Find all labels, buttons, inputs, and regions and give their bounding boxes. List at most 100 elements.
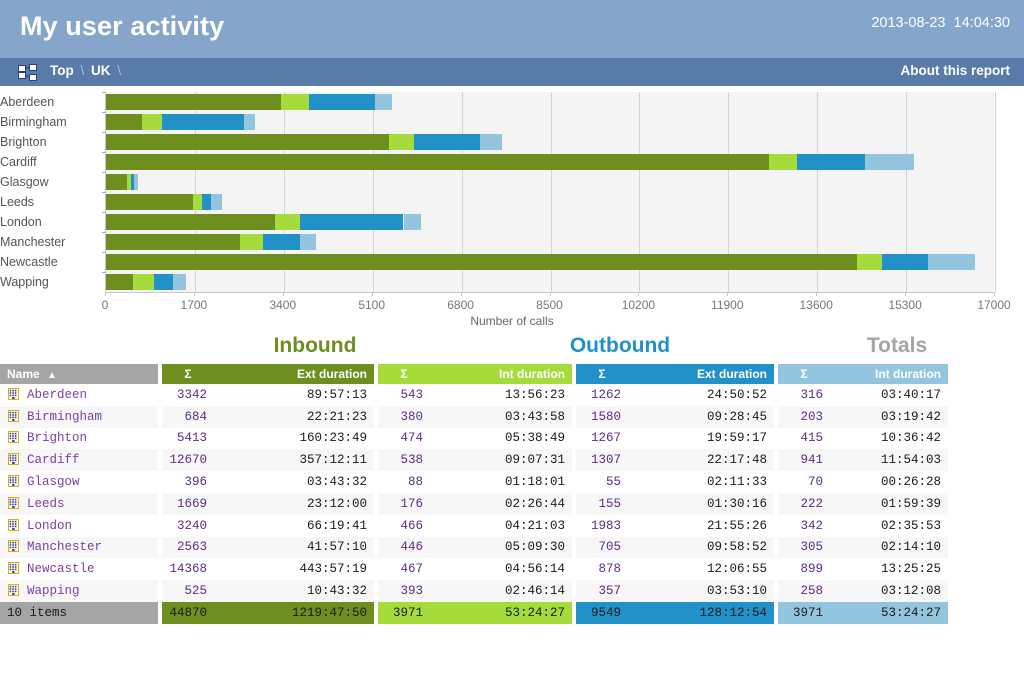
table-row[interactable]: Manchester256341:57:1044605:09:3070509:5… — [0, 537, 1024, 559]
chart-bar-segment[interactable] — [240, 234, 263, 250]
table-row[interactable]: Birmingham68422:21:2338003:43:58158009:2… — [0, 406, 1024, 428]
cell-name[interactable]: Glasgow — [0, 471, 158, 493]
table-row[interactable]: Leeds166923:12:0017602:26:4415501:30:162… — [0, 493, 1024, 515]
cell-name[interactable]: Aberdeen — [0, 384, 158, 406]
chart-bar-segment[interactable] — [106, 94, 281, 110]
table-row[interactable]: Wapping52510:43:3239302:46:1435703:53:10… — [0, 580, 1024, 602]
row-name-link[interactable]: Wapping — [27, 584, 80, 598]
cell-inbound-ext-duration: 443:57:19 — [214, 558, 374, 580]
table-row[interactable]: Brighton5413160:23:4947405:38:49126719:5… — [0, 428, 1024, 450]
chart-bar-segment[interactable] — [882, 254, 928, 270]
row-name-link[interactable]: Glasgow — [27, 475, 80, 489]
column-header-outbound-int-count[interactable]: Σ — [778, 364, 830, 384]
chart-category-label: Aberdeen — [0, 95, 96, 109]
chart-bar-segment[interactable] — [133, 274, 154, 290]
chart-bar-segment[interactable] — [244, 114, 255, 130]
column-header-outbound-int-duration[interactable]: Int duration — [830, 364, 948, 384]
table-row[interactable]: London324066:19:4146604:21:03198321:55:2… — [0, 515, 1024, 537]
chart-bar-segment[interactable] — [797, 154, 865, 170]
breadcrumb-item-top[interactable]: Top — [50, 63, 74, 78]
footer-inbound-int-count: 3971 — [378, 602, 430, 624]
cell-outbound-int-duration: 11:54:03 — [830, 449, 948, 471]
cell-name[interactable]: Leeds — [0, 493, 158, 515]
cell-inbound-int-count: 176 — [378, 493, 430, 515]
breadcrumb-item-uk[interactable]: UK — [91, 63, 111, 78]
chart-bar-segment[interactable] — [857, 254, 881, 270]
table-footer-row: 10 items448701219:47:50397153:24:2795491… — [0, 602, 1024, 624]
chart-bar-segment[interactable] — [106, 214, 275, 230]
chart-bar-group — [106, 234, 994, 250]
chart-bar-segment[interactable] — [202, 194, 210, 210]
row-name-link[interactable]: Manchester — [27, 540, 102, 554]
cell-name[interactable]: Wapping — [0, 580, 158, 602]
chart-bar-segment[interactable] — [106, 254, 857, 270]
column-header-outbound-ext-count[interactable]: Σ — [576, 364, 628, 384]
cell-outbound-ext-duration: 01:30:16 — [628, 493, 774, 515]
page-title: My user activity — [20, 11, 224, 42]
row-name-link[interactable]: Newcastle — [27, 562, 95, 576]
table-row[interactable]: Glasgow39603:43:328801:18:015502:11:3370… — [0, 471, 1024, 493]
chart-bar-segment[interactable] — [928, 254, 975, 270]
chart-bar-segment[interactable] — [106, 174, 127, 190]
chart-bar-segment[interactable] — [193, 194, 202, 210]
chart-bar-segment[interactable] — [375, 94, 392, 110]
footer-inbound-int-duration: 53:24:27 — [430, 602, 572, 624]
chart-bar-segment[interactable] — [162, 114, 245, 130]
chart-bar-segment[interactable] — [300, 234, 316, 250]
chart-bar-segment[interactable] — [211, 194, 223, 210]
column-header-name[interactable]: Name ▲ — [0, 364, 158, 384]
chart-category-label: Brighton — [0, 135, 96, 149]
chart-bar-segment[interactable] — [106, 134, 389, 150]
chart-bar-segment[interactable] — [309, 94, 375, 110]
column-header-inbound-int-duration[interactable]: Int duration — [430, 364, 572, 384]
chart-bar-segment[interactable] — [142, 114, 162, 130]
chart-bar-segment[interactable] — [414, 134, 480, 150]
cell-inbound-ext-duration: 03:43:32 — [214, 471, 374, 493]
cell-name[interactable]: Cardiff — [0, 449, 158, 471]
cell-inbound-ext-duration: 10:43:32 — [214, 580, 374, 602]
breadcrumb-separator-1: \ — [78, 63, 88, 78]
chart-bar-segment[interactable] — [865, 154, 914, 170]
cell-name[interactable]: Manchester — [0, 537, 158, 559]
row-name-link[interactable]: Birmingham — [27, 410, 102, 424]
chart-bar-segment[interactable] — [404, 214, 422, 230]
chart-bar-segment[interactable] — [263, 234, 300, 250]
row-name-link[interactable]: Cardiff — [27, 453, 80, 467]
row-name-link[interactable]: Brighton — [27, 431, 87, 445]
row-name-link[interactable]: London — [27, 519, 72, 533]
chart-bar-segment[interactable] — [480, 134, 502, 150]
table-row[interactable]: Newcastle14368443:57:1946704:56:1487812:… — [0, 558, 1024, 580]
chart-plot-area — [105, 92, 994, 292]
about-this-report-link[interactable]: About this report — [901, 63, 1011, 78]
chart-bar-segment[interactable] — [389, 134, 414, 150]
chart-bar-segment[interactable] — [106, 194, 193, 210]
table-row[interactable]: Aberdeen334289:57:1354313:56:23126224:50… — [0, 384, 1024, 406]
cell-name[interactable]: Newcastle — [0, 558, 158, 580]
column-header-inbound-int-count[interactable]: Σ — [378, 364, 430, 384]
chart-bar-segment[interactable] — [134, 174, 138, 190]
column-header-outbound-ext-duration[interactable]: Ext duration — [628, 364, 774, 384]
table-row[interactable]: Cardiff12670357:12:1153809:07:31130722:1… — [0, 449, 1024, 471]
cell-inbound-int-duration: 13:56:23 — [430, 384, 572, 406]
chart-bar-segment[interactable] — [106, 274, 133, 290]
chart-bar-segment[interactable] — [173, 274, 186, 290]
row-name-link[interactable]: Aberdeen — [27, 388, 87, 402]
chart-bar-segment[interactable] — [154, 274, 173, 290]
column-header-inbound-ext-duration[interactable]: Ext duration — [214, 364, 374, 384]
column-header-inbound-ext-count[interactable]: Σ — [162, 364, 214, 384]
cell-name[interactable]: Birmingham — [0, 406, 158, 428]
chart-category-label: London — [0, 215, 96, 229]
sort-ascending-icon: ▲ — [43, 370, 57, 381]
chart-x-tick-label: 15300 — [888, 298, 921, 312]
chart-bar-segment[interactable] — [300, 214, 404, 230]
chart-x-tick — [461, 292, 462, 296]
cell-name[interactable]: Brighton — [0, 428, 158, 450]
chart-bar-segment[interactable] — [281, 94, 309, 110]
chart-bar-segment[interactable] — [275, 214, 299, 230]
cell-name[interactable]: London — [0, 515, 158, 537]
chart-bar-segment[interactable] — [106, 154, 769, 170]
chart-bar-segment[interactable] — [106, 114, 142, 130]
chart-bar-segment[interactable] — [106, 234, 240, 250]
chart-bar-segment[interactable] — [769, 154, 797, 170]
row-name-link[interactable]: Leeds — [27, 497, 65, 511]
